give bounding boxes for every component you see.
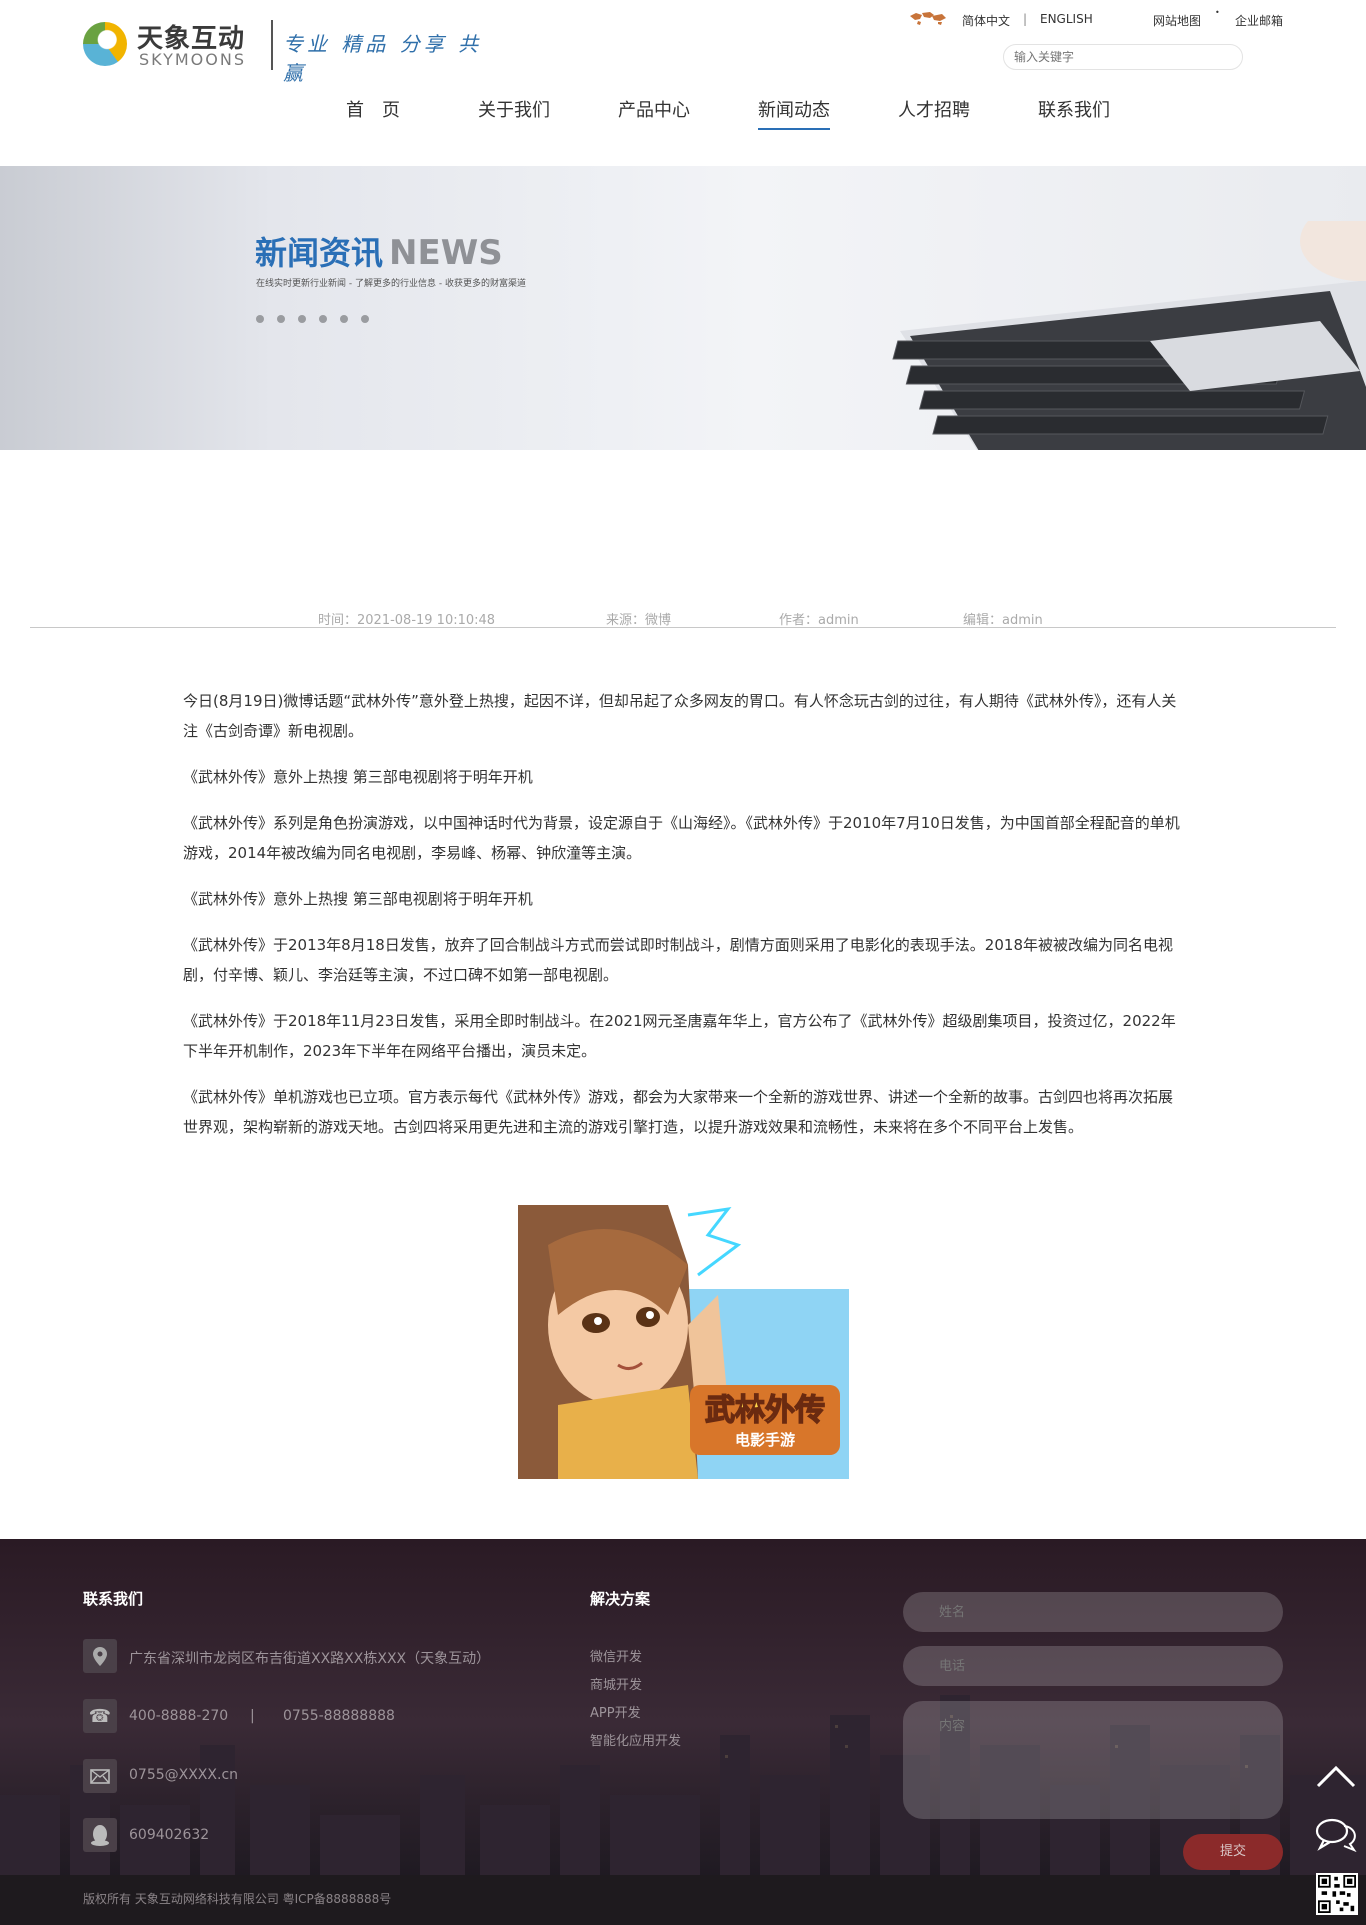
meta-source: 来源：微博 [606,613,672,628]
world-map-icon [910,12,946,25]
game-poster-image: 武林外传 电影手游 [518,1205,849,1479]
banner-subtitle: 在线实时更新行业新闻 - 了解更多的行业信息 - 收获更多的财富渠道 [256,279,526,289]
article-paragraph: 《武林外传》于2013年8月18日发售，放弃了回合制战斗方式而尝试即时制战斗，剧… [183,936,1173,984]
footer-address: 广东省深圳市龙岗区布吉街道XX路XX栋XXX（天象互动） [129,1651,491,1667]
footer-name-input[interactable] [903,1592,1283,1632]
site-header: 天象互动 SKYMOONS 专业 精品 分享 共赢 简体中文 | ENGLISH… [0,0,1366,166]
article-paragraph: 《武林外传》意外上热搜 第三部电视剧将于明年开机 [183,890,533,908]
phone-icon: ☎ [83,1699,117,1733]
site-footer: 联系我们 广东省深圳市龙岗区布吉街道XX路XX栋XXX（天象互动） ☎ 400-… [0,1539,1366,1875]
back-to-top-icon[interactable] [1316,1762,1356,1790]
footer-solutions-title: 解决方案 [590,1590,651,1608]
game-poster-subtitle: 电影手游 [735,1431,795,1449]
copyright-text: 版权所有 天象互动网络科技有限公司 粤ICP备8888888号 [83,1892,392,1906]
logo-text-en: SKYMOONS [139,50,246,69]
solution-link-wechat[interactable]: 微信开发 [590,1646,642,1665]
article-paragraph: 《武林外传》单机游戏也已立项。官方表示每代《武林外传》游戏，都会为大家带来一个全… [183,1088,1174,1136]
meta-time: 时间：2021-08-19 10:10:48 [318,613,496,628]
top-links: 简体中文 | ENGLISH 网站地图 • 企业邮箱 [908,8,1288,30]
qr-code-icon[interactable] [1316,1873,1358,1915]
slogan: 专业 精品 分享 共赢 [283,32,483,85]
banner-title: 新闻资讯 NEWS [255,228,503,274]
page-root: { "header": { "logo_cn": "天象互动", "logo_e… [0,0,1366,1925]
banner-dots [256,308,382,323]
article-paragraph: 《武林外传》意外上热搜 第三部电视剧将于明年开机 [183,768,533,786]
logo[interactable]: 天象互动 SKYMOONS 专业 精品 分享 共赢 [83,18,503,85]
sitemap-link[interactable]: 网站地图 [1153,12,1201,29]
article-meta: 时间：2021-08-19 10:10:48 来源：微博 作者：admin 编辑… [30,608,1336,628]
logo-mark-icon [83,22,127,66]
logo-divider [271,20,273,70]
dot-separator-icon: • [1215,8,1220,17]
article-paragraph: 《武林外传》系列是角色扮演游戏，以中国神话时代为背景，设定源自于《山海经》。《武… [183,814,1180,862]
nav-contact[interactable]: 联系我们 [1038,96,1110,130]
article-paragraph: 今日(8月19日)微博话题“武林外传”意外登上热搜，起因不详，但却吊起了众多网友… [183,692,1177,740]
chat-icon[interactable] [1314,1816,1358,1852]
banner-title-en: NEWS [389,233,503,273]
footer-phone-input[interactable] [903,1646,1283,1686]
nav-about[interactable]: 关于我们 [478,96,550,130]
footer-email[interactable]: 0755@XXXX.cn [129,1767,238,1783]
footer-phone2: 0755-88888888 [283,1708,395,1724]
qq-icon [83,1818,117,1852]
nav-careers[interactable]: 人才招聘 [898,96,970,130]
banner-title-cn: 新闻资讯 [255,234,384,272]
nav-products[interactable]: 产品中心 [618,96,690,130]
meta-author: 作者：admin [779,613,859,628]
footer-qq: 609402632 [129,1827,210,1843]
solution-link-smart[interactable]: 智能化应用开发 [590,1730,681,1749]
submit-button[interactable]: 提交 [1183,1834,1283,1870]
game-poster-title: 武林外传 [705,1393,825,1428]
copyright-bar: 版权所有 天象互动网络科技有限公司 粤ICP备8888888号 [0,1875,1366,1925]
footer-phone1: 400-8888-270 [129,1708,229,1724]
news-banner: 新闻资讯 NEWS 在线实时更新行业新闻 - 了解更多的行业信息 - 收获更多的财… [0,166,1366,450]
svg-text:☎: ☎ [89,1706,111,1727]
nav-news[interactable]: 新闻动态 [758,96,830,130]
meta-editor: 编辑：admin [963,613,1043,628]
laptop-illustration [892,221,1366,450]
lang-cn-link[interactable]: 简体中文 [962,12,1010,29]
article-body: 今日(8月19日)微博话题“武林外传”意外登上热搜，起因不详，但却吊起了众多网友… [183,686,1183,1158]
search-input[interactable] [1003,44,1243,70]
main-nav: 首 页 关于我们 产品中心 新闻动态 人才招聘 联系我们 [0,96,1366,130]
footer-contact-title: 联系我们 [83,1590,144,1608]
footer-content-textarea[interactable] [903,1701,1283,1819]
nav-home[interactable]: 首 页 [346,96,400,130]
lang-separator: | [1023,12,1028,26]
article-paragraph: 《武林外传》于2018年11月23日发售，采用全即时制战斗。在2021网元圣唐嘉… [183,1012,1176,1060]
mail-link[interactable]: 企业邮箱 [1235,12,1283,29]
mail-icon [83,1759,117,1793]
solution-link-app[interactable]: APP开发 [590,1702,641,1721]
solution-link-mall[interactable]: 商城开发 [590,1674,642,1693]
footer-phone-separator: | [250,1708,255,1724]
location-icon [83,1639,117,1673]
lang-en-link[interactable]: ENGLISH [1040,12,1093,26]
